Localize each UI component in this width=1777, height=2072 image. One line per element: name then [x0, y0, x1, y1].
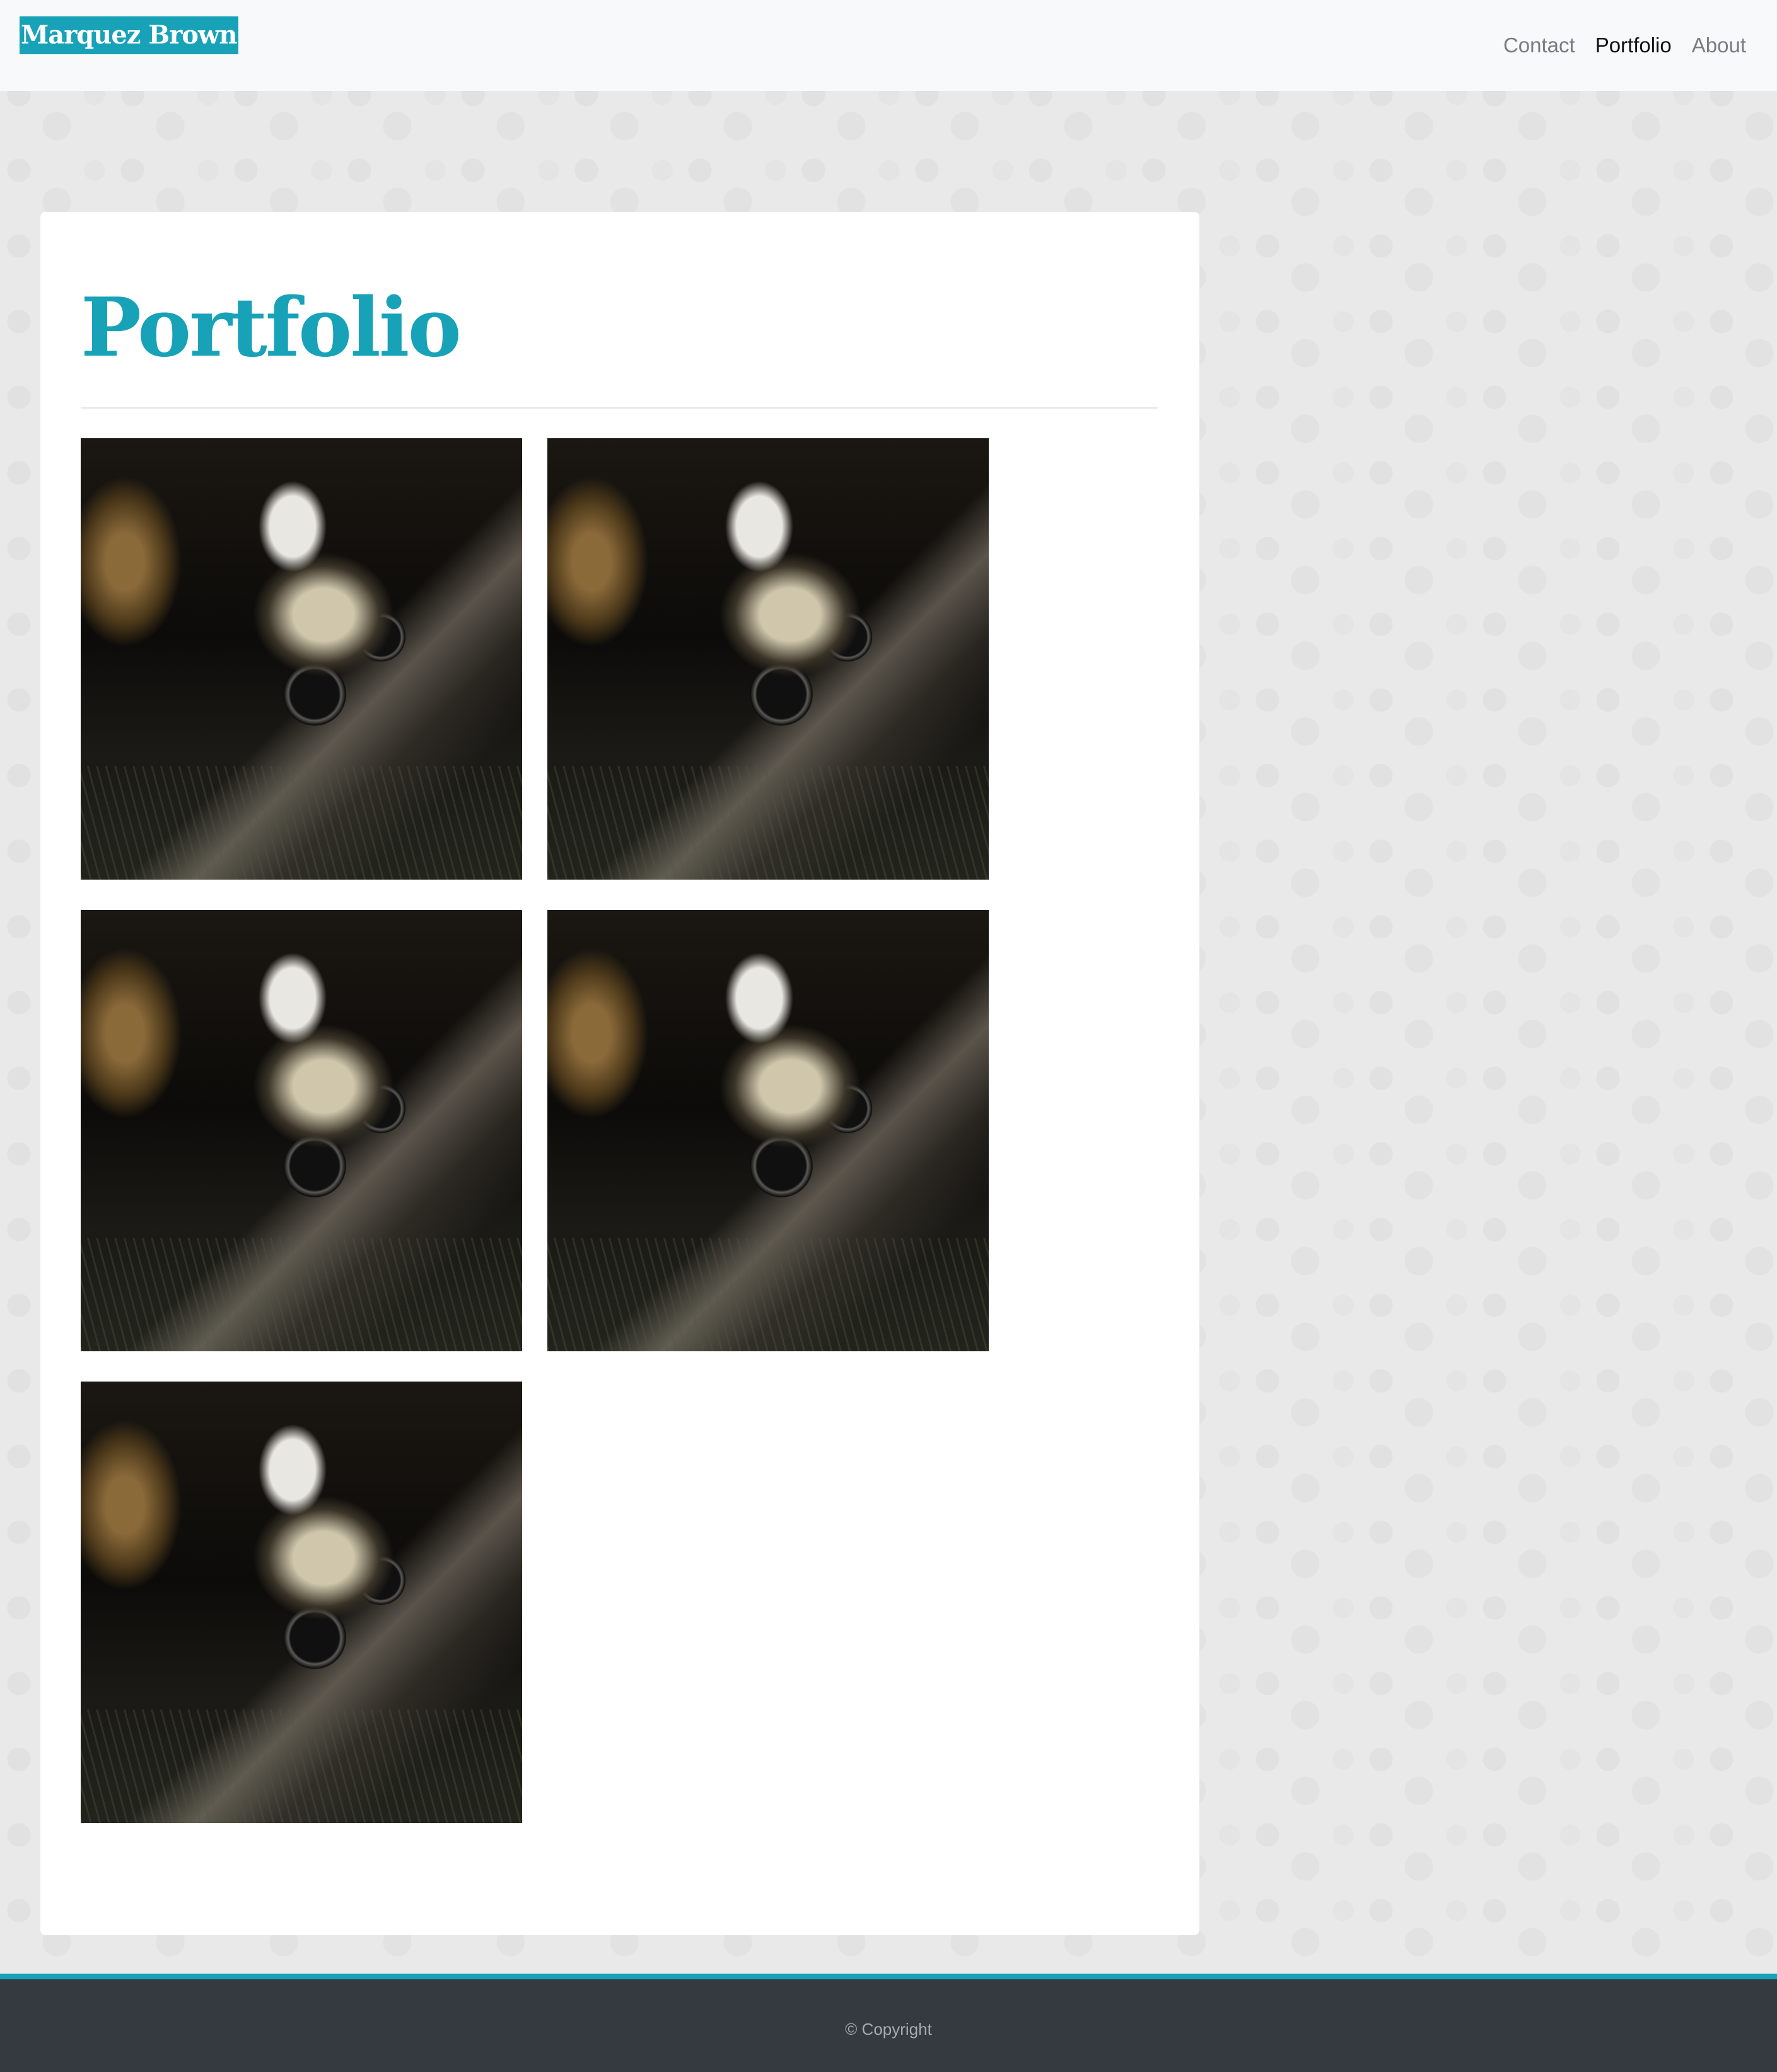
main-nav: Contact Portfolio About [1503, 32, 1746, 59]
copyright-text: © Copyright [845, 2020, 932, 2039]
page-title: Portfolio [81, 281, 462, 375]
top-navbar: Marquez Brown Contact Portfolio About [0, 0, 1777, 91]
brand-link[interactable]: Marquez Brown [20, 16, 238, 54]
portfolio-photo[interactable] [81, 438, 522, 880]
nav-portfolio-link[interactable]: Portfolio [1595, 32, 1672, 59]
portfolio-photo[interactable] [81, 910, 522, 1351]
portfolio-photo[interactable] [81, 1382, 522, 1823]
portfolio-photo[interactable] [547, 910, 989, 1351]
page-footer: © Copyright [0, 1974, 1777, 2072]
portfolio-photo[interactable] [547, 438, 989, 880]
nav-contact-link[interactable]: Contact [1503, 32, 1575, 59]
title-divider [81, 407, 1158, 409]
nav-about-link[interactable]: About [1692, 32, 1746, 59]
content-card: Portfolio [40, 212, 1199, 1935]
